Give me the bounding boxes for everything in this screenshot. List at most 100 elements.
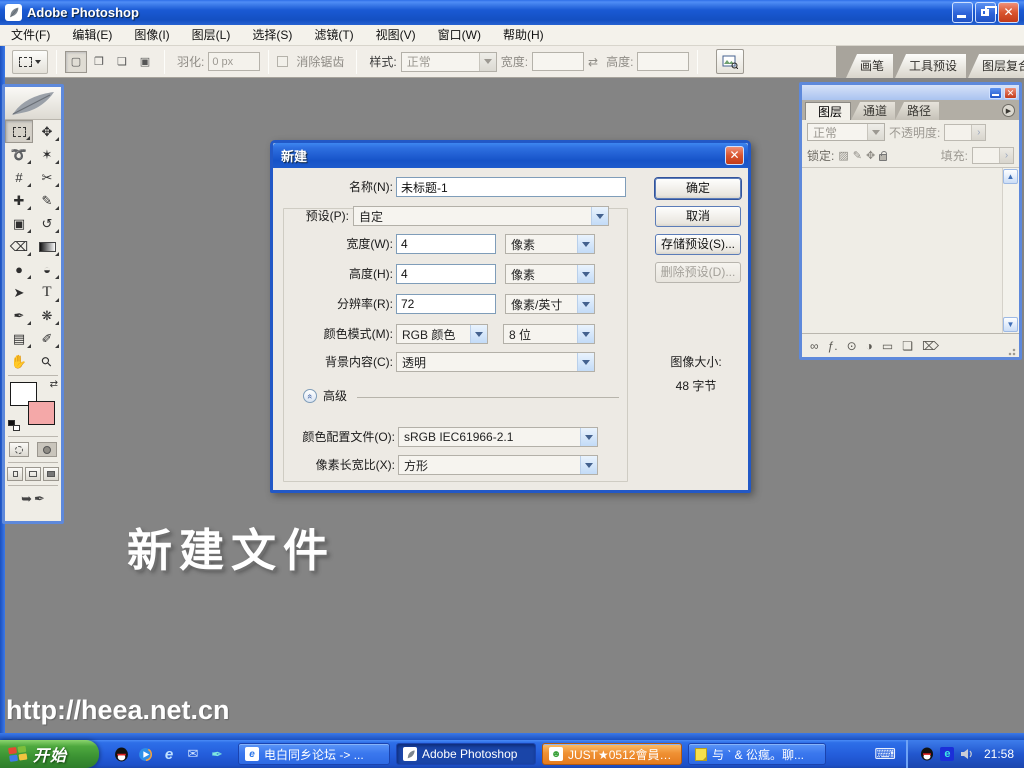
- tab-tool-presets[interactable]: 工具预设: [895, 54, 966, 78]
- healing-brush-tool[interactable]: ✚: [5, 189, 33, 212]
- close-button[interactable]: ✕: [998, 2, 1019, 23]
- scroll-down-icon[interactable]: ▼: [1003, 317, 1018, 332]
- menu-image[interactable]: 图像(I): [123, 25, 180, 46]
- current-tool-button[interactable]: [12, 50, 48, 74]
- eyedropper-tool[interactable]: ✐: [33, 327, 61, 350]
- lock-paint-icon[interactable]: ✎: [853, 149, 862, 162]
- task-button-photoshop[interactable]: Adobe Photoshop: [396, 743, 536, 765]
- tab-brushes[interactable]: 画笔: [846, 54, 893, 78]
- keyboard-icon[interactable]: ⌨: [874, 745, 896, 763]
- minimize-button[interactable]: [952, 2, 973, 23]
- resolution-unit-select[interactable]: 像素/英寸: [505, 294, 595, 314]
- lock-transparency-icon[interactable]: ▨: [838, 149, 848, 162]
- swap-dimensions-icon[interactable]: ⇄: [588, 55, 598, 69]
- cancel-button[interactable]: 取消: [655, 206, 741, 227]
- color-mode-select[interactable]: RGB 颜色: [396, 324, 488, 344]
- restore-button[interactable]: [975, 2, 996, 23]
- arrow-right-icon[interactable]: ›: [971, 125, 985, 140]
- swap-colors-icon[interactable]: ⇄: [50, 379, 58, 390]
- rectangular-marquee-tool[interactable]: [5, 120, 33, 143]
- zoom-tool[interactable]: ⚲: [33, 350, 61, 373]
- standard-screen-mode-button[interactable]: [7, 467, 23, 481]
- hand-tool[interactable]: ✋: [5, 350, 33, 373]
- delete-layer-icon[interactable]: ⌦: [922, 339, 939, 353]
- jump-to-imageready-button[interactable]: ➥ ✒: [5, 488, 61, 510]
- internet-explorer-icon[interactable]: e: [161, 746, 177, 762]
- eraser-tool[interactable]: ⌫: [5, 235, 33, 258]
- background-select[interactable]: 透明: [396, 352, 595, 372]
- volume-icon[interactable]: [960, 747, 975, 762]
- new-selection-mode-icon[interactable]: ▢: [65, 51, 87, 73]
- arrow-right-icon[interactable]: ›: [999, 148, 1013, 163]
- task-button-chat[interactable]: 与 ˋ & 彸瘋。聊...: [688, 743, 826, 765]
- slice-tool[interactable]: ✂: [33, 166, 61, 189]
- history-brush-tool[interactable]: ↺: [33, 212, 61, 235]
- menu-view[interactable]: 视图(V): [365, 25, 427, 46]
- dialog-close-button[interactable]: ✕: [725, 146, 744, 165]
- file-browser-button[interactable]: [716, 49, 744, 74]
- layer-group-icon[interactable]: ▭: [882, 339, 893, 353]
- opacity-field[interactable]: ›: [944, 124, 986, 141]
- emule-tray-icon[interactable]: e: [940, 747, 955, 762]
- mail-icon[interactable]: ✉: [185, 746, 201, 762]
- width-unit-select[interactable]: 像素: [505, 234, 595, 254]
- gradient-tool[interactable]: [33, 235, 61, 258]
- fullscreen-mode-button[interactable]: [43, 467, 59, 481]
- background-color-swatch[interactable]: [28, 401, 55, 425]
- menu-edit[interactable]: 编辑(E): [61, 25, 123, 46]
- dialog-titlebar[interactable]: 新建 ✕: [273, 143, 748, 168]
- layers-scrollbar[interactable]: ▲ ▼: [1002, 168, 1019, 333]
- quill-quicklaunch-icon[interactable]: ✒: [209, 746, 225, 762]
- layers-list[interactable]: ▲ ▼: [802, 167, 1019, 333]
- style-select[interactable]: 正常: [401, 52, 497, 72]
- layer-style-icon[interactable]: ƒ.: [828, 339, 838, 353]
- notes-tool[interactable]: ▤: [5, 327, 33, 350]
- aspect-select[interactable]: 方形: [398, 455, 598, 475]
- menu-layer[interactable]: 图层(L): [181, 25, 242, 46]
- tab-paths[interactable]: 路径: [895, 102, 939, 120]
- height-unit-select[interactable]: 像素: [505, 264, 595, 284]
- task-button-forum[interactable]: e 电白同乡论坛 -> ...: [238, 743, 390, 765]
- new-layer-icon[interactable]: ❏: [902, 339, 913, 353]
- subtract-selection-mode-icon[interactable]: ❏: [111, 51, 133, 73]
- height-input[interactable]: [396, 264, 496, 284]
- preset-select[interactable]: 自定: [353, 206, 609, 226]
- menu-filter[interactable]: 滤镜(T): [303, 25, 364, 46]
- qq-tray-icon[interactable]: [920, 747, 935, 762]
- qq-quicklaunch-icon[interactable]: [113, 746, 129, 762]
- layer-mask-icon[interactable]: ⊙: [847, 339, 857, 353]
- intersect-selection-mode-icon[interactable]: ▣: [134, 51, 156, 73]
- start-button[interactable]: 开始: [0, 740, 99, 768]
- resize-grip[interactable]: [1008, 346, 1018, 356]
- custom-shape-tool[interactable]: ❋: [33, 304, 61, 327]
- lock-move-icon[interactable]: ✥: [866, 149, 875, 162]
- menu-file[interactable]: 文件(F): [0, 25, 61, 46]
- scroll-up-icon[interactable]: ▲: [1003, 169, 1018, 184]
- height-input[interactable]: [637, 52, 689, 71]
- lock-all-icon[interactable]: [879, 154, 887, 161]
- move-tool[interactable]: ✥: [33, 120, 61, 143]
- adjustment-layer-icon[interactable]: ◑: [866, 339, 873, 353]
- clone-stamp-tool[interactable]: ▣: [5, 212, 33, 235]
- standard-mode-button[interactable]: [9, 442, 29, 457]
- resolution-input[interactable]: [396, 294, 496, 314]
- input-method-area[interactable]: ⌨: [874, 745, 896, 763]
- palette-close-button[interactable]: ✕: [1004, 87, 1017, 99]
- tab-layer-comps[interactable]: 图层复合: [968, 54, 1024, 78]
- link-layers-icon[interactable]: ∞: [810, 339, 819, 353]
- profile-select[interactable]: sRGB IEC61966-2.1: [398, 427, 598, 447]
- palette-minimize-button[interactable]: [989, 87, 1002, 99]
- blend-mode-select[interactable]: 正常: [807, 123, 885, 141]
- menu-select[interactable]: 选择(S): [241, 25, 303, 46]
- menu-help[interactable]: 帮助(H): [492, 25, 555, 46]
- blur-tool[interactable]: ●: [5, 258, 33, 281]
- type-tool[interactable]: T: [33, 281, 61, 304]
- task-button-qq-group[interactable]: ☻ JUST★0512會員群...: [542, 743, 682, 765]
- quick-mask-mode-button[interactable]: [37, 442, 57, 457]
- delete-preset-button[interactable]: 删除预设(D)...: [655, 262, 741, 283]
- lasso-tool[interactable]: ➰: [5, 143, 33, 166]
- feather-input[interactable]: [208, 52, 260, 71]
- menu-window[interactable]: 窗口(W): [427, 25, 492, 46]
- default-colors-icon[interactable]: [8, 420, 20, 431]
- width-input[interactable]: [396, 234, 496, 254]
